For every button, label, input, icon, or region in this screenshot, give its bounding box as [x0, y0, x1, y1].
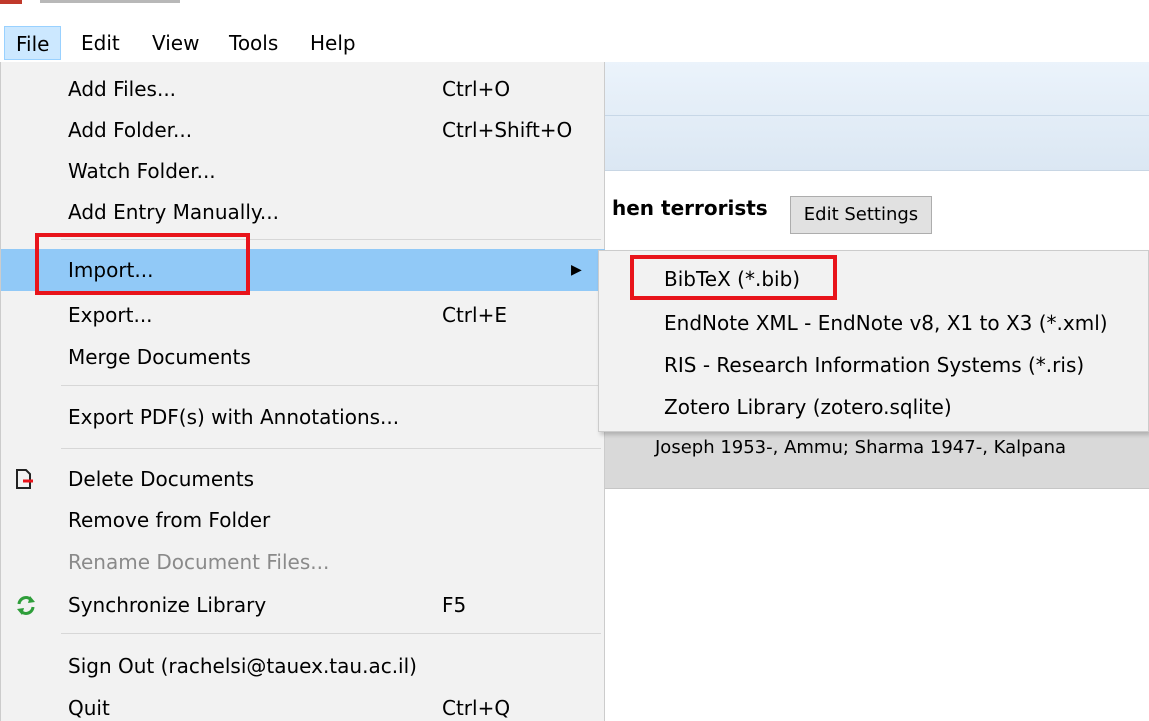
menu-item-shortcut: F5: [442, 593, 467, 617]
menu-item-label: Sign Out (rachelsi@tauex.tau.ac.il): [68, 654, 417, 678]
menu-item-watch-folder[interactable]: Watch Folder...: [1, 150, 605, 192]
menu-item-add-folder[interactable]: Add Folder... Ctrl+Shift+O: [1, 109, 605, 151]
menu-item-label: Export PDF(s) with Annotations...: [68, 405, 400, 429]
menu-item-export[interactable]: Export... Ctrl+E: [1, 294, 605, 336]
menu-item-export-pdf-annotations[interactable]: Export PDF(s) with Annotations...: [1, 396, 605, 438]
import-highlight-annotation: [35, 233, 250, 295]
app-logo-icon: [0, 0, 22, 4]
menu-item-add-files[interactable]: Add Files... Ctrl+O: [1, 68, 605, 110]
menu-item-rename-document-files: Rename Document Files...: [1, 541, 605, 583]
menu-item-remove-from-folder[interactable]: Remove from Folder: [1, 499, 605, 541]
menu-item-shortcut: Ctrl+Shift+O: [442, 118, 573, 142]
menu-file[interactable]: File: [4, 26, 61, 60]
menu-item-delete-documents[interactable]: Delete Documents: [1, 458, 605, 500]
menu-item-label: Remove from Folder: [68, 508, 271, 532]
menu-tools[interactable]: Tools: [218, 26, 289, 60]
menu-edit[interactable]: Edit: [70, 26, 131, 60]
submenu-item-label: RIS - Research Information Systems (*.ri…: [664, 353, 1085, 377]
window-title-fragment: [40, 0, 180, 3]
menu-help[interactable]: Help: [299, 26, 367, 60]
bibtex-highlight-annotation: [630, 255, 837, 300]
menu-item-sign-out[interactable]: Sign Out (rachelsi@tauex.tau.ac.il): [1, 645, 605, 687]
menu-view[interactable]: View: [141, 26, 210, 60]
menu-item-quit[interactable]: Quit Ctrl+Q: [1, 687, 605, 721]
edit-settings-button[interactable]: Edit Settings: [790, 196, 932, 234]
document-authors: Joseph 1953-, Ammu; Sharma 1947-, Kalpan…: [655, 437, 1067, 458]
menu-item-label: Add Files...: [68, 77, 177, 101]
menu-separator: [61, 385, 601, 386]
file-menu-dropdown: Add Files... Ctrl+O Add Folder... Ctrl+S…: [0, 62, 605, 721]
menu-item-shortcut: Ctrl+Q: [442, 696, 511, 720]
toolbar-divider: [604, 115, 1149, 116]
menu-item-add-entry-manually[interactable]: Add Entry Manually...: [1, 191, 605, 233]
menu-bar: File Edit View Tools Help: [0, 22, 1149, 62]
title-bar: [0, 0, 1149, 22]
menu-item-label: Synchronize Library: [68, 593, 267, 617]
menu-item-shortcut: Ctrl+O: [442, 77, 511, 101]
menu-separator: [61, 633, 601, 634]
menu-item-label: Merge Documents: [68, 345, 251, 369]
sync-icon: [13, 584, 39, 626]
submenu-item-label: EndNote XML - EndNote v8, X1 to X3 (*.xm…: [664, 311, 1108, 335]
toolbar-area: [604, 62, 1149, 171]
menu-item-label: Export...: [68, 303, 153, 327]
submenu-item-ris[interactable]: RIS - Research Information Systems (*.ri…: [599, 343, 1148, 387]
submenu-arrow-icon: ▶: [571, 262, 582, 278]
menu-item-synchronize-library[interactable]: Synchronize Library F5: [1, 584, 605, 626]
document-title-fragment: hen terrorists: [612, 196, 768, 220]
submenu-item-zotero[interactable]: Zotero Library (zotero.sqlite): [599, 385, 1148, 429]
menu-item-merge-documents[interactable]: Merge Documents: [1, 336, 605, 378]
menu-separator: [61, 448, 601, 449]
app-window: hen terrorists Edit Settings Joseph 1953…: [0, 0, 1149, 721]
menu-item-label: Add Folder...: [68, 118, 193, 142]
menu-item-label: Add Entry Manually...: [68, 200, 279, 224]
menu-item-label: Watch Folder...: [68, 159, 216, 183]
menu-item-label: Rename Document Files...: [68, 550, 330, 574]
delete-document-icon: [13, 458, 39, 500]
submenu-item-endnote-xml[interactable]: EndNote XML - EndNote v8, X1 to X3 (*.xm…: [599, 301, 1148, 345]
menu-item-label: Quit: [68, 696, 110, 720]
menu-item-shortcut: Ctrl+E: [442, 303, 507, 327]
menu-item-label: Delete Documents: [68, 467, 255, 491]
submenu-item-label: Zotero Library (zotero.sqlite): [664, 395, 952, 419]
